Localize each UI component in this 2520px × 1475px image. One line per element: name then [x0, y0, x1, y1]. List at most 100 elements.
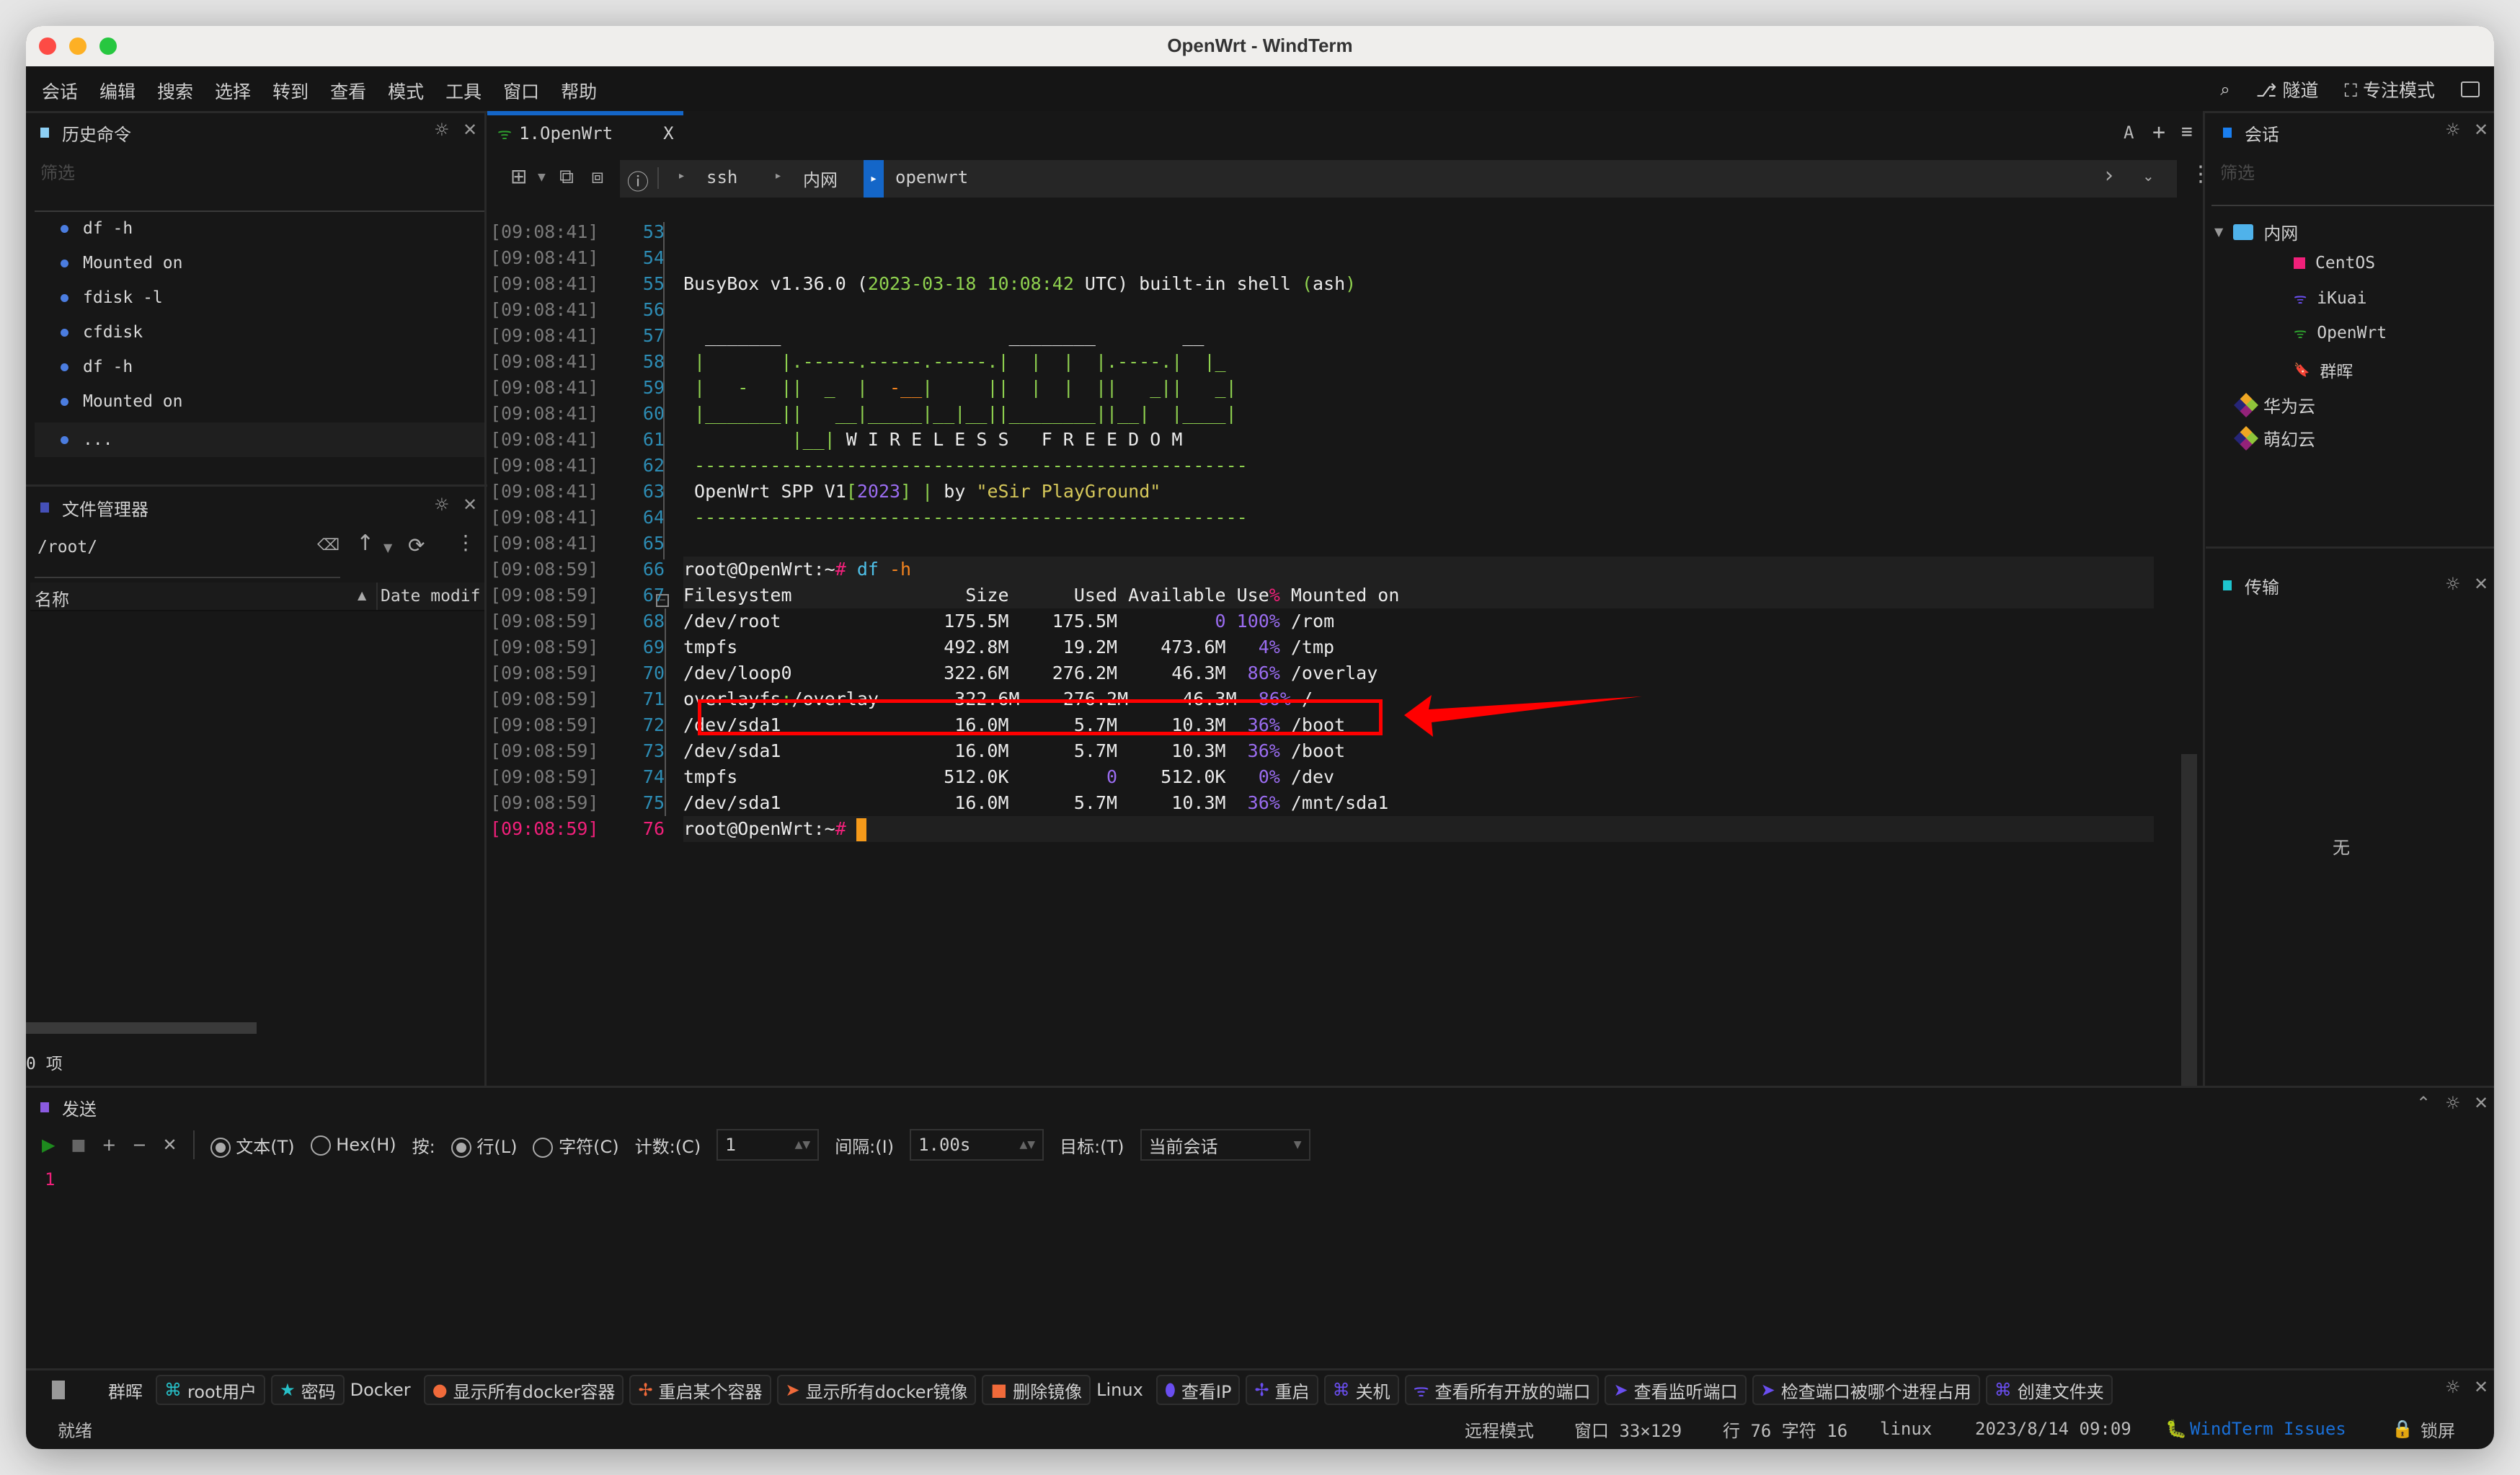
open-session-icon[interactable]: ⧈: [591, 164, 604, 189]
quick-command-button[interactable]: ● 显示所有docker容器: [423, 1375, 624, 1405]
mode-text-radio[interactable]: 文本(T): [210, 1133, 295, 1158]
quick-command-button[interactable]: ★ 密码: [271, 1375, 345, 1405]
font-button[interactable]: A: [2124, 123, 2134, 143]
gear-icon[interactable]: ☼: [434, 120, 450, 140]
more-icon[interactable]: ⋮: [2190, 161, 2211, 187]
close-icon[interactable]: ✕: [463, 495, 477, 515]
menu-item-2[interactable]: 搜索: [157, 78, 193, 104]
send-editor-line-number[interactable]: 1: [45, 1169, 55, 1190]
breadcrumb-openwrt[interactable]: openwrt: [895, 167, 968, 187]
history-item[interactable]: cfdisk: [61, 323, 143, 342]
status-os[interactable]: linux: [1880, 1419, 1932, 1439]
clear-icon[interactable]: ✕: [162, 1135, 177, 1155]
quick-command-button[interactable]: ✢ 重启: [1246, 1375, 1318, 1405]
target-select[interactable]: 当前会话 ▼: [1140, 1129, 1310, 1161]
session-folder-intranet[interactable]: ▼ 内网: [2214, 219, 2298, 244]
tab-menu-button[interactable]: ≡: [2181, 121, 2193, 143]
quick-command-button[interactable]: ➤ 显示所有docker镜像: [776, 1375, 977, 1405]
gear-icon[interactable]: ☼: [434, 495, 450, 515]
play-icon[interactable]: ▶: [42, 1135, 55, 1155]
gear-icon[interactable]: ☼: [2445, 1377, 2461, 1397]
windterm-issues-link[interactable]: WindTerm Issues: [2190, 1419, 2346, 1439]
collapse-icon[interactable]: ⌃: [2416, 1093, 2431, 1113]
close-icon[interactable]: ✕: [2474, 1377, 2488, 1397]
stop-icon[interactable]: ■: [71, 1136, 86, 1154]
chevron-down-icon[interactable]: ▼: [383, 541, 392, 554]
chevron-right-icon[interactable]: ›: [2105, 163, 2113, 188]
history-item[interactable]: Mounted on: [61, 254, 182, 273]
menu-item-9[interactable]: 帮助: [561, 78, 597, 104]
chevron-down-icon[interactable]: ▼: [538, 172, 546, 183]
parent-directory-icon[interactable]: ↑: [356, 531, 374, 556]
info-icon[interactable]: ⓘ: [627, 164, 649, 196]
fold-toggle-icon[interactable]: −: [656, 594, 669, 607]
duplicate-session-icon[interactable]: ⧉: [559, 164, 574, 189]
history-item[interactable]: fdisk -l: [61, 288, 163, 307]
quick-command-button[interactable]: ⌘ root用户: [156, 1375, 266, 1405]
quick-command-button[interactable]: ➤ 查看监听端口: [1605, 1375, 1747, 1405]
remove-icon[interactable]: −: [132, 1135, 146, 1155]
column-name[interactable]: 名称: [35, 585, 69, 611]
new-session-icon[interactable]: ⊞: [510, 164, 527, 188]
interval-stepper[interactable]: 1.00s ▲▼: [910, 1129, 1044, 1161]
breadcrumb-intranet[interactable]: 内网: [803, 166, 838, 191]
menu-item-0[interactable]: 会话: [42, 78, 78, 104]
gear-icon[interactable]: ☼: [2445, 120, 2461, 140]
more-icon[interactable]: ⋮: [456, 531, 476, 554]
history-item[interactable]: df -h: [61, 358, 133, 376]
by-char-radio[interactable]: 字符(C): [533, 1133, 619, 1158]
chevron-down-icon[interactable]: ⌄: [2142, 167, 2155, 185]
new-tab-button[interactable]: +: [2152, 120, 2165, 145]
quick-command-button[interactable]: ■ 删除镜像: [982, 1375, 1091, 1405]
lock-screen-button[interactable]: 锁屏: [2421, 1417, 2455, 1442]
search-icon[interactable]: ⌕: [2220, 79, 2230, 99]
sessions-filter-input[interactable]: 筛选: [2220, 159, 2255, 184]
gear-icon[interactable]: ☼: [2445, 1093, 2461, 1113]
tunnel-button[interactable]: ⎇ 隧道: [2256, 76, 2319, 102]
add-icon[interactable]: +: [102, 1135, 116, 1155]
layout-icon[interactable]: [2461, 81, 2480, 97]
mode-hex-radio[interactable]: Hex(H): [310, 1135, 396, 1156]
quickbar-toggle-icon[interactable]: [52, 1381, 65, 1399]
session-item[interactable]: ᯤ iKuai: [2294, 288, 2367, 308]
menu-item-3[interactable]: 选择: [215, 78, 251, 104]
quick-command-button[interactable]: ⬮ 查看IP: [1155, 1375, 1241, 1405]
status-cursor-position[interactable]: 行 76 字符 16: [1723, 1417, 1847, 1442]
close-icon[interactable]: ✕: [463, 120, 477, 140]
session-item[interactable]: ᯤ OpenWrt: [2294, 323, 2387, 342]
close-icon[interactable]: ✕: [2474, 574, 2488, 594]
status-window-size[interactable]: 窗口 33×129: [1574, 1417, 1682, 1442]
session-item[interactable]: CentOS: [2294, 254, 2375, 273]
history-filter-input[interactable]: 筛选: [40, 159, 75, 184]
menu-item-6[interactable]: 模式: [388, 78, 424, 104]
by-line-radio[interactable]: 行(L): [451, 1133, 517, 1158]
menu-item-5[interactable]: 查看: [330, 78, 366, 104]
history-item[interactable]: ...: [35, 422, 484, 457]
history-item[interactable]: df -h: [61, 219, 133, 238]
menu-item-7[interactable]: 工具: [445, 78, 482, 104]
terminal-area[interactable]: ᯤ 1.OpenWrt X A + ≡ ⊞ ▼ ⧉ ⧈ ⓘ ▸ ssh ▸ 内网…: [487, 111, 2211, 1087]
close-icon[interactable]: ✕: [2474, 1093, 2488, 1113]
status-mode[interactable]: 远程模式: [1465, 1417, 1534, 1442]
menu-item-4[interactable]: 转到: [272, 78, 309, 104]
menu-item-8[interactable]: 窗口: [503, 78, 539, 104]
path-input[interactable]: /root/: [37, 538, 97, 557]
tab-openwrt[interactable]: ᯤ 1.OpenWrt X: [497, 123, 674, 144]
quick-command-button[interactable]: ᯤ 查看所有开放的端口: [1404, 1375, 1600, 1405]
history-item[interactable]: Mounted on: [61, 392, 182, 411]
horizontal-scrollbar[interactable]: [26, 1022, 257, 1034]
gear-icon[interactable]: ☼: [2445, 574, 2461, 594]
quick-command-button[interactable]: ⌘ 关机: [1323, 1375, 1399, 1405]
clear-path-icon[interactable]: ⌫: [317, 536, 340, 554]
chevron-down-icon[interactable]: ▼: [2214, 225, 2223, 239]
session-item[interactable]: 🔖 群晖: [2294, 358, 2353, 382]
close-tab-button[interactable]: X: [663, 123, 673, 143]
session-root-item[interactable]: 萌幻云: [2234, 425, 2315, 451]
count-stepper[interactable]: 1 ▲▼: [716, 1129, 820, 1161]
menu-item-1[interactable]: 编辑: [99, 78, 136, 104]
column-date-modified[interactable]: Date modif: [381, 587, 480, 606]
close-icon[interactable]: ✕: [2474, 120, 2488, 140]
quick-command-button[interactable]: ➤ 检查端口被哪个进程占用: [1752, 1375, 1980, 1405]
focus-mode-button[interactable]: ⛶ 专注模式: [2344, 76, 2435, 102]
quick-command-button[interactable]: ✢ 重启某个容器: [629, 1375, 771, 1405]
